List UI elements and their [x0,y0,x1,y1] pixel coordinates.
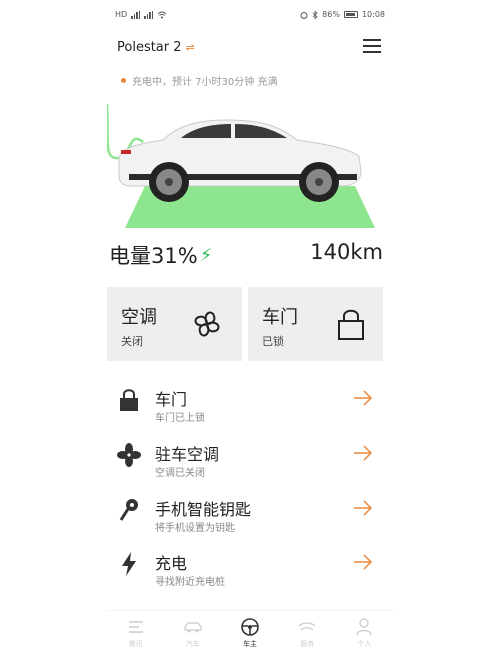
header: Polestar 2 ⇌ [107,36,393,58]
status-bar: HD 86% 10:08 [107,7,393,25]
app-screen: HD 86% 10:08 Polestar 2 ⇌ 充电中，预计 7小时30分钟 … [105,0,393,652]
status-dot [121,78,126,83]
lock-icon [338,309,364,340]
list-item-door[interactable]: 车门 车门已上锁 [107,382,393,434]
list-item-subtitle: 将手机设置为钥匙 [155,523,235,534]
nav-tab-owner[interactable]: 车主 [221,611,278,652]
list-item-title: 手机智能钥匙 [155,500,252,519]
nav-tab-profile[interactable]: 个人 [336,611,393,652]
list-item-subtitle: 车门已上锁 [155,413,205,424]
tail-light [121,150,131,154]
car-illustration [105,100,393,230]
door-tile-status: 已锁 [262,335,284,348]
list-item-phone-key[interactable]: 手机智能钥匙 将手机设置为钥匙 [107,492,393,544]
nav-tab-service[interactable]: 服务 [279,611,336,652]
car-icon [182,617,204,637]
swap-icon: ⇌ [185,41,195,54]
car-image [105,103,375,228]
range-value: 140km [310,240,383,264]
nav-tab-car[interactable]: 汽车 [164,611,221,652]
list-item-subtitle: 空调已关闭 [155,468,205,479]
arrow-right-icon [354,445,373,461]
fan-icon [117,443,141,467]
battery-percent: 86% [322,10,340,19]
list-item-title: 充电 [155,554,188,573]
bolt-icon [117,552,141,576]
service-icon [296,617,318,637]
lock-icon [117,388,141,412]
nav-tab-label: 服务 [300,640,315,648]
ac-tile-title: 空调 [121,307,157,328]
alarm-icon [300,11,308,19]
charging-status-text: 充电中，预计 7小时30分钟 充满 [132,77,278,88]
nav-tab-label: 车主 [243,640,257,648]
arrow-right-icon [354,500,373,516]
bottom-navigation: 資讯 汽车 车主 服务 个人 [107,610,393,652]
nav-tab-label: 資讯 [128,640,143,648]
hamburger-menu-icon[interactable] [363,38,381,54]
arrow-right-icon [354,554,373,570]
list-item-title: 车门 [155,390,188,409]
metrics-row: 电量31% ⚡ 140km [107,238,393,270]
list-item-subtitle: 寻找附近充电桩 [155,577,225,588]
fan-icon [194,311,220,337]
battery-icon [343,11,358,18]
nav-tab-label: 个人 [357,640,372,648]
key-icon [117,498,141,522]
vehicle-model-name: Polestar 2 [117,40,182,55]
battery-level: 电量31% ⚡ [109,240,212,270]
list-item-parking-ac[interactable]: 驻车空调 空调已关闭 [107,437,393,489]
wifi-icon [157,11,167,18]
nav-tab-news[interactable]: 資讯 [107,611,164,652]
bluetooth-icon [312,10,318,19]
wheel-rear [149,162,189,202]
ac-tile-status: 关闭 [121,335,143,348]
status-left: HD [115,10,167,19]
status-right: 86% 10:08 [300,10,385,19]
door-tile-title: 车门 [262,307,298,328]
ac-tile[interactable]: 空调 关闭 [107,287,242,361]
nav-tab-label: 汽车 [185,640,200,648]
arrow-right-icon [354,390,373,406]
list-item-title: 驻车空调 [155,445,220,464]
news-icon [125,617,147,637]
hd-indicator: HD [115,10,128,19]
clock: 10:08 [361,10,385,19]
vehicle-selector[interactable]: Polestar 2 ⇌ [117,40,195,55]
charging-bolt-icon: ⚡ [199,244,213,266]
person-icon [353,617,375,637]
list-item-charging[interactable]: 充电 寻找附近充电桩 [107,546,393,598]
battery-level-text: 电量31% [109,244,198,268]
signal-icon-2 [144,10,154,19]
steering-wheel-icon [239,617,261,637]
door-tile[interactable]: 车门 已锁 [248,287,383,361]
signal-icon [131,10,141,19]
charging-status: 充电中，预计 7小时30分钟 充满 [121,73,277,88]
wheel-front [299,162,339,202]
